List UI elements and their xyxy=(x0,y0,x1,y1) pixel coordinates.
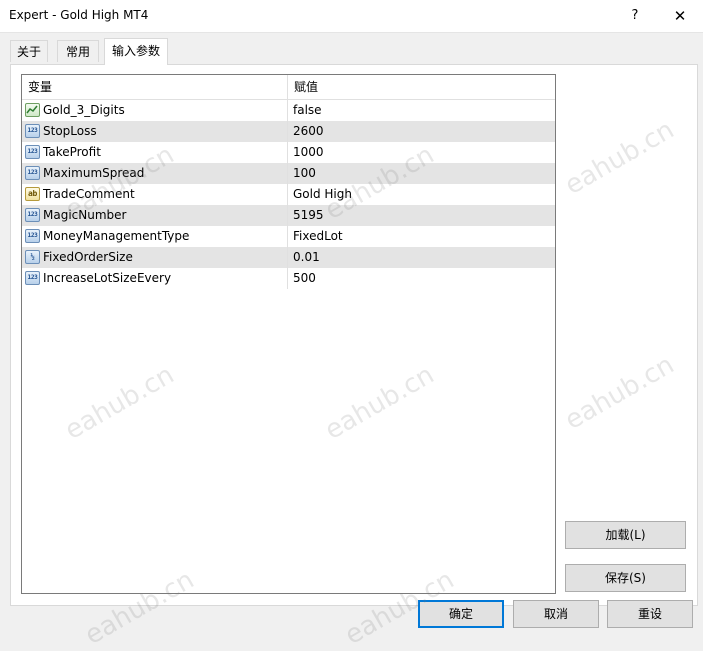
ok-button[interactable]: 确定 xyxy=(418,600,504,628)
table-row[interactable]: 123 StopLoss 2600 xyxy=(22,121,555,142)
table-row[interactable]: Gold_3_Digits false xyxy=(22,100,555,121)
variable-cell[interactable]: ab TradeComment xyxy=(22,184,288,205)
load-button[interactable]: 加载(L) xyxy=(565,521,686,549)
tab-about[interactable]: 关于 xyxy=(10,40,48,62)
help-button[interactable]: ? xyxy=(618,0,652,32)
table-row[interactable]: 123 MaximumSpread 100 xyxy=(22,163,555,184)
table-row[interactable]: 123 IncreaseLotSizeEvery 500 xyxy=(22,268,555,289)
int-type-icon: 123 xyxy=(25,145,40,159)
variable-name: StopLoss xyxy=(43,124,97,138)
variable-cell[interactable]: 123 MagicNumber xyxy=(22,205,288,226)
title-bar: Expert - Gold High MT4 ? ✕ xyxy=(0,0,703,33)
table-row[interactable]: 123 MoneyManagementType FixedLot xyxy=(22,226,555,247)
column-header-value[interactable]: 赋值 xyxy=(288,75,555,99)
variable-cell[interactable]: 123 TakeProfit xyxy=(22,142,288,163)
close-button[interactable]: ✕ xyxy=(660,0,700,32)
table-row[interactable]: 123 TakeProfit 1000 xyxy=(22,142,555,163)
value-cell[interactable]: 1000 xyxy=(288,142,555,163)
value-cell[interactable]: 100 xyxy=(288,163,555,184)
int-type-icon: 123 xyxy=(25,229,40,243)
grid-header: 变量 赋值 xyxy=(22,75,555,100)
value-cell[interactable]: 2600 xyxy=(288,121,555,142)
value-cell[interactable]: FixedLot xyxy=(288,226,555,247)
int-type-icon: 123 xyxy=(25,271,40,285)
reset-button[interactable]: 重设 xyxy=(607,600,693,628)
int-type-icon: 123 xyxy=(25,166,40,180)
variable-cell[interactable]: 123 IncreaseLotSizeEvery xyxy=(22,268,288,289)
table-row[interactable]: ab TradeComment Gold High xyxy=(22,184,555,205)
variable-cell[interactable]: 123 MoneyManagementType xyxy=(22,226,288,247)
window-title: Expert - Gold High MT4 xyxy=(9,8,149,22)
table-row[interactable]: ½ FixedOrderSize 0.01 xyxy=(22,247,555,268)
variable-name: TakeProfit xyxy=(43,145,101,159)
variable-name: MaximumSpread xyxy=(43,166,145,180)
variable-name: MoneyManagementType xyxy=(43,229,190,243)
value-cell[interactable]: 5195 xyxy=(288,205,555,226)
tab-inputs[interactable]: 输入参数 xyxy=(104,38,168,65)
value-cell[interactable]: Gold High xyxy=(288,184,555,205)
int-type-icon: 123 xyxy=(25,208,40,222)
int-type-icon: 123 xyxy=(25,124,40,138)
save-button[interactable]: 保存(S) xyxy=(565,564,686,592)
cancel-button[interactable]: 取消 xyxy=(513,600,599,628)
value-cell[interactable]: 500 xyxy=(288,268,555,289)
value-cell[interactable]: false xyxy=(288,100,555,121)
variable-name: TradeComment xyxy=(43,187,135,201)
variable-cell[interactable]: 123 MaximumSpread xyxy=(22,163,288,184)
grid-rows: Gold_3_Digits false 123 StopLoss 2600 123 Take… xyxy=(22,100,555,289)
double-type-icon: ½ xyxy=(25,250,40,264)
variable-name: FixedOrderSize xyxy=(43,250,133,264)
table-row[interactable]: 123 MagicNumber 5195 xyxy=(22,205,555,226)
variable-cell[interactable]: Gold_3_Digits xyxy=(22,100,288,121)
variable-cell[interactable]: ½ FixedOrderSize xyxy=(22,247,288,268)
string-type-icon: ab xyxy=(25,187,40,201)
tab-common[interactable]: 常用 xyxy=(57,40,99,62)
variable-cell[interactable]: 123 StopLoss xyxy=(22,121,288,142)
variable-name: MagicNumber xyxy=(43,208,127,222)
value-cell[interactable]: 0.01 xyxy=(288,247,555,268)
parameters-grid: 变量 赋值 Gold_3_Digits false 123 StopLoss 2600 1… xyxy=(21,74,556,594)
column-header-variable[interactable]: 变量 xyxy=(22,75,288,99)
bool-type-icon xyxy=(25,103,40,117)
variable-name: Gold_3_Digits xyxy=(43,103,125,117)
variable-name: IncreaseLotSizeEvery xyxy=(43,271,172,285)
